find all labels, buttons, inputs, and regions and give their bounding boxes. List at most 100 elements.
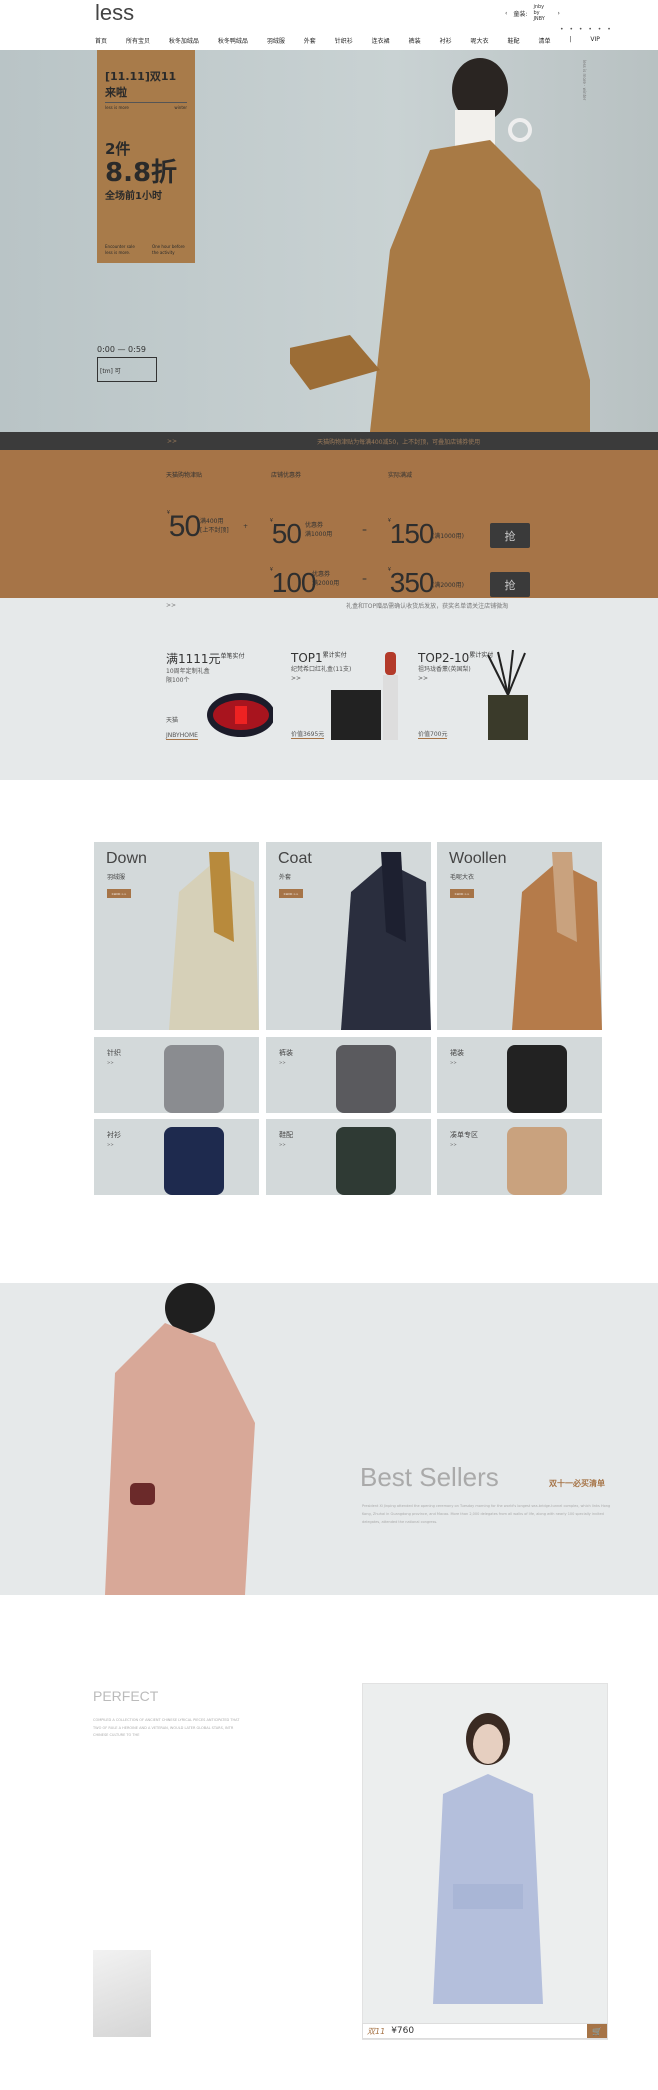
nav-item[interactable]: VIP: [590, 36, 600, 45]
nav-item[interactable]: 秋冬鸭绒品: [218, 36, 248, 45]
product-tag: 双11: [367, 2026, 386, 2036]
category-card-small[interactable]: 衬衫 >>: [94, 1119, 259, 1195]
click-button[interactable]: CLICK >>: [450, 889, 474, 898]
kids-brand-link[interactable]: jnby by JNBY: [533, 4, 551, 22]
coupon-value: 50: [271, 518, 302, 549]
nav-item[interactable]: 秋冬加绒品: [169, 36, 199, 45]
gift-title: TOP2-10: [418, 651, 470, 665]
header-coupon: 店铺优惠券: [271, 472, 302, 479]
click-button[interactable]: CLICK >>: [107, 889, 131, 898]
product-price-bar: 双11 ¥760 🛒: [362, 2023, 608, 2039]
header-total: 实际满减: [388, 472, 413, 479]
best-sellers-text: President Xi Jinping attended the openin…: [362, 1504, 611, 1524]
nav-item[interactable]: 针织衫: [335, 36, 353, 45]
category-card-woollen[interactable]: Woollen 毛呢大衣 CLICK >>: [437, 842, 602, 1030]
carousel-dots[interactable]: • • • • • •: [560, 26, 613, 33]
gift-brand-jnbyhome: JNBYHOME: [166, 732, 198, 740]
notice-text: 天猫购物津贴为每满400减50，上不封顶，可叠加店铺券使用: [317, 438, 481, 446]
arrow-icon: >>: [450, 1060, 457, 1065]
equals-sign: =: [362, 527, 368, 534]
logo[interactable]: less: [95, 0, 134, 26]
arrow-icon: >>: [166, 601, 177, 609]
category-en: Down: [106, 850, 147, 867]
click-button[interactable]: CLICK >>: [279, 889, 303, 898]
nav-item[interactable]: 裤装: [409, 36, 421, 45]
nav-item[interactable]: 鞋配: [507, 36, 519, 45]
hero-model-image: [290, 58, 590, 432]
allowance-value: 50: [168, 510, 201, 543]
arrow-icon: >>: [107, 1060, 114, 1065]
tag-foot-left: Encounter sale less is more.: [105, 244, 135, 255]
coupon-desc1: 优惠券: [312, 571, 331, 578]
arrow-icon: >>: [279, 1060, 286, 1065]
nav-item[interactable]: 连衣裙: [372, 36, 390, 45]
nav-item[interactable]: 羽绒服: [267, 36, 285, 45]
product-image: [433, 1713, 543, 2004]
coupon-desc2: 满1000用: [305, 531, 333, 538]
promo-tag[interactable]: [11.11]双11来啦 less is more winter 2件 8.8折 …: [97, 50, 195, 263]
tag-sub-left: less is more: [105, 105, 129, 110]
category-label: 衬衫: [107, 1131, 121, 1139]
product-card[interactable]: [362, 1683, 608, 2040]
promo-line3: 全场前1小时: [105, 191, 162, 202]
total-desc: (满1000用): [432, 533, 464, 540]
category-label: 凑单专区: [450, 1131, 478, 1139]
nav-item[interactable]: 外套: [304, 36, 316, 45]
category-label: 裙装: [450, 1049, 464, 1057]
lipstick-box-image: [331, 652, 398, 740]
cart-icon[interactable]: 🛒: [587, 2024, 607, 2038]
category-card-down[interactable]: Down 羽绒服 CLICK >>: [94, 842, 259, 1030]
perfect-text: COMPILED A COLLECTION OF ANCIENT CHINESE…: [93, 1718, 240, 1737]
nav-item[interactable]: 所有宝贝: [126, 36, 150, 45]
category-model-image: [169, 852, 259, 1030]
nav-item[interactable]: 衬衫: [440, 36, 452, 45]
header-allowance: 天猫购物津贴: [166, 472, 203, 479]
grab-coupon-button[interactable]: 抢: [490, 572, 530, 597]
category-label: 针织: [107, 1049, 121, 1057]
category-label: 鞋配: [279, 1131, 293, 1139]
category-cn: 外套: [279, 874, 292, 881]
grab-coupon-button[interactable]: 抢: [490, 523, 530, 548]
category-card-small[interactable]: 针织 >>: [94, 1037, 259, 1113]
category-card-small[interactable]: 凑单专区 >>: [437, 1119, 602, 1195]
kids-label: 童装:: [513, 10, 528, 18]
nav-item[interactable]: 首页: [95, 36, 107, 45]
category-card-small[interactable]: 裙装 >>: [437, 1037, 602, 1113]
total-desc: (满2000用): [432, 582, 464, 589]
product-price: ¥760: [391, 2026, 415, 2036]
nav-item[interactable]: 清单: [538, 36, 550, 45]
gift-section: 满1111元单笔实付 10周年定制礼盒 限100个 天猫 JNBYHOME TO…: [0, 612, 658, 780]
gift-brand-tmall: 天猫: [166, 717, 179, 724]
category-card-coat[interactable]: Coat 外套 CLICK >>: [266, 842, 431, 1030]
gift-item[interactable]: TOP2-10累计实付 祖玛珑香薰(英国梨) >> 价值700元: [418, 650, 528, 740]
gift-item[interactable]: TOP1累计实付 纪梵希口红礼盒(11支) >> 价值3695元: [291, 650, 398, 740]
category-product-image: [336, 1045, 396, 1113]
equals-sign: =: [362, 576, 368, 583]
vertical-caption: less is more · winter: [582, 60, 587, 101]
best-sellers-cn-link[interactable]: 双十一必买清单: [549, 1478, 605, 1489]
coupon-desc1: 优惠券: [305, 522, 324, 529]
allowance-desc2: [上不封顶]: [200, 527, 229, 534]
category-product-image: [164, 1127, 224, 1195]
tag-sub-right: winter: [174, 105, 187, 110]
gift-limit: 限100个: [166, 677, 190, 684]
gift-box-image: [207, 693, 273, 737]
gift-item[interactable]: 满1111元单笔实付 10周年定制礼盒 限100个 天猫 JNBYHOME: [166, 650, 273, 740]
category-product-image: [507, 1127, 567, 1195]
category-card-small[interactable]: 鞋配 >>: [266, 1119, 431, 1195]
coupon-desc2: 满2000用: [312, 580, 340, 587]
gift-sup: 单笔实付: [220, 653, 245, 660]
perfect-title: PERFECT: [93, 1688, 159, 1704]
allowance-desc1: 满400用: [200, 518, 224, 525]
arrow-icon: >>: [450, 1142, 457, 1147]
next-arrow-icon[interactable]: ›: [557, 10, 559, 17]
prev-arrow-icon[interactable]: ‹: [505, 10, 507, 17]
gift-title: 满1111元: [166, 652, 221, 666]
nav-item[interactable]: 呢大衣: [471, 36, 489, 45]
category-product-image: [336, 1127, 396, 1195]
category-card-small[interactable]: 裤装 >>: [266, 1037, 431, 1113]
category-product-image: [164, 1045, 224, 1113]
gift-desc: 祖玛珑香薰(英国梨): [418, 666, 471, 673]
nav-item: |: [569, 36, 572, 43]
category-label: 裤装: [279, 1049, 293, 1057]
